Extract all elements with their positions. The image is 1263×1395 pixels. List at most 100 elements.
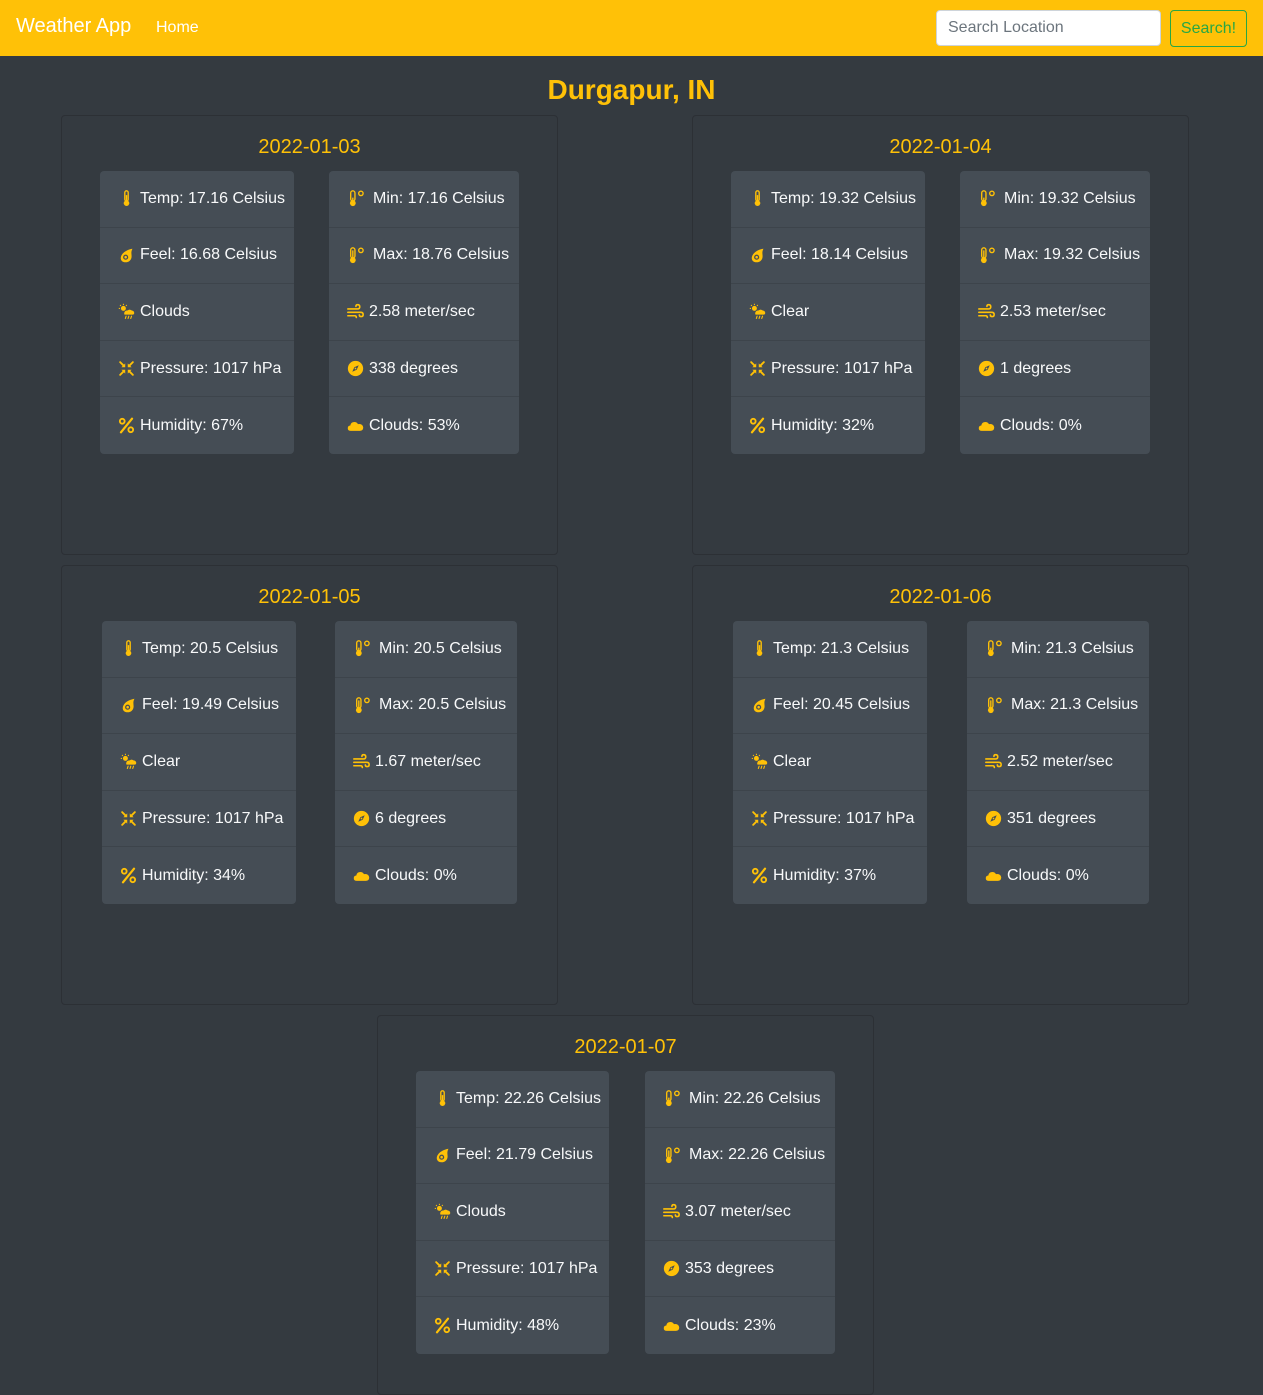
thermometer-icon: [118, 190, 135, 207]
stat-label: Clear: [773, 752, 812, 770]
stat-label: 1 degrees: [1000, 359, 1072, 377]
stat-item-cloudiness: Clouds: 53%: [329, 397, 519, 454]
stat-label: Humidity: 32%: [771, 416, 875, 434]
cloud-sun-rain-icon: [120, 753, 137, 770]
wind-icon: [978, 303, 995, 320]
stat-item-weather: Clear: [102, 734, 296, 791]
wind-icon: [985, 753, 1002, 770]
forecast-date: 2022-01-07: [574, 1036, 677, 1058]
stat-item-weather: Clouds: [416, 1184, 609, 1241]
compass-icon: [347, 360, 364, 377]
fire-icon: [434, 1147, 451, 1164]
temperature-low-icon: [978, 190, 999, 207]
temperature-high-icon: [985, 697, 1006, 714]
stat-label: Max: 19.32 Celsius: [1004, 246, 1141, 264]
stat-item-cloudiness: Clouds: 0%: [960, 397, 1150, 454]
thermometer-icon: [120, 640, 137, 657]
stat-label: Clouds: 0%: [1000, 416, 1082, 434]
stat-label: Clouds: 0%: [375, 866, 457, 884]
stat-label: 338 degrees: [369, 359, 458, 377]
thermometer-icon: [749, 190, 766, 207]
stat-item-weather: Clear: [731, 284, 925, 341]
stat-item-pressure: Pressure: 1017 hPa: [416, 1241, 609, 1298]
stat-label: 353 degrees: [685, 1259, 774, 1277]
stat-item-cloudiness: Clouds: 0%: [967, 847, 1149, 904]
stat-item-feel: Feel: 19.49 Celsius: [102, 678, 296, 735]
stat-label: Pressure: 1017 hPa: [456, 1259, 598, 1277]
stat-label: Min: 22.26 Celsius: [689, 1089, 821, 1107]
stat-label: 351 degrees: [1007, 809, 1096, 827]
cloud-sun-rain-icon: [751, 753, 768, 770]
stat-item-humidity: Humidity: 34%: [102, 847, 296, 904]
temperature-low-icon: [353, 640, 374, 657]
compress-icon: [749, 360, 766, 377]
stat-item-max-temp: Max: 22.26 Celsius: [645, 1128, 835, 1185]
stat-item-wind-speed: 3.07 meter/sec: [645, 1184, 835, 1241]
temperature-high-icon: [347, 247, 368, 264]
stat-item-humidity: Humidity: 32%: [731, 397, 925, 454]
cloud-sun-rain-icon: [749, 303, 766, 320]
stat-label: Clouds: 23%: [685, 1316, 776, 1334]
stat-label: Temp: 22.26 Celsius: [456, 1089, 601, 1107]
temperature-low-icon: [985, 640, 1006, 657]
stat-label: Feel: 18.14 Celsius: [771, 246, 908, 264]
stat-label: Max: 20.5 Celsius: [379, 696, 507, 714]
stat-label: Pressure: 1017 hPa: [142, 809, 284, 827]
stat-item-min-temp: Min: 17.16 Celsius: [329, 171, 519, 228]
stat-item-wind-speed: 1.67 meter/sec: [335, 734, 517, 791]
forecast-day-card: 2022-01-05 Temp: 20.5 Celsius Feel: 19.49 …: [61, 565, 558, 1005]
stat-label: Pressure: 1017 hPa: [771, 359, 913, 377]
stat-label: Temp: 19.32 Celsius: [771, 189, 916, 207]
compass-icon: [985, 810, 1002, 827]
fire-icon: [749, 247, 766, 264]
thermometer-icon: [434, 1090, 451, 1107]
stats-list-left: Temp: 22.26 Celsius Feel: 21.79 Celsius Cl…: [416, 1071, 609, 1354]
stat-item-weather: Clouds: [100, 284, 294, 341]
stats-list-left: Temp: 20.5 Celsius Feel: 19.49 Celsius Cle…: [102, 621, 296, 904]
compass-icon: [978, 360, 995, 377]
brand-logo-text[interactable]: Weather App: [16, 15, 131, 38]
stat-label: Clouds: [140, 302, 190, 320]
cloud-icon: [353, 867, 370, 884]
stat-label: 3.07 meter/sec: [685, 1202, 791, 1220]
nav-link-home[interactable]: Home: [156, 19, 199, 37]
stat-label: Clear: [771, 302, 810, 320]
forecast-day-card: 2022-01-07 Temp: 22.26 Celsius Feel: 21.79…: [377, 1015, 874, 1395]
stat-item-feel: Feel: 16.68 Celsius: [100, 228, 294, 285]
forecast-date: 2022-01-05: [258, 586, 361, 608]
stat-item-humidity: Humidity: 48%: [416, 1297, 609, 1354]
percent-icon: [118, 417, 135, 434]
stats-list-right: Min: 20.5 Celsius Max: 20.5 Celsius 1.67 m…: [335, 621, 517, 904]
stat-item-cloudiness: Clouds: 0%: [335, 847, 517, 904]
stat-item-wind-direction: 1 degrees: [960, 341, 1150, 398]
stat-label: Min: 19.32 Celsius: [1004, 189, 1136, 207]
stat-item-max-temp: Max: 18.76 Celsius: [329, 228, 519, 285]
fire-icon: [118, 247, 135, 264]
forecast-day-card: 2022-01-06 Temp: 21.3 Celsius Feel: 20.45 …: [692, 565, 1189, 1005]
stat-label: Humidity: 67%: [140, 416, 244, 434]
stats-list-left: Temp: 17.16 Celsius Feel: 16.68 Celsius Cl…: [100, 171, 294, 454]
stat-item-feel: Feel: 21.79 Celsius: [416, 1128, 609, 1185]
stat-item-temp: Temp: 22.26 Celsius: [416, 1071, 609, 1128]
compass-icon: [353, 810, 370, 827]
search-location-input[interactable]: [936, 10, 1161, 46]
compress-icon: [118, 360, 135, 377]
location-title: Durgapur, IN: [547, 74, 716, 105]
stat-label: Temp: 21.3 Celsius: [773, 639, 910, 657]
cloud-icon: [663, 1317, 680, 1334]
search-button[interactable]: Search!: [1170, 10, 1247, 47]
stat-item-min-temp: Min: 20.5 Celsius: [335, 621, 517, 678]
temperature-high-icon: [353, 697, 374, 714]
stat-label: Feel: 20.45 Celsius: [773, 696, 910, 714]
fire-icon: [120, 697, 137, 714]
stat-item-max-temp: Max: 21.3 Celsius: [967, 678, 1149, 735]
stat-item-weather: Clear: [733, 734, 927, 791]
cloud-sun-rain-icon: [434, 1203, 451, 1220]
stat-label: Feel: 19.49 Celsius: [142, 696, 279, 714]
cloud-icon: [985, 867, 1002, 884]
stats-list-right: Min: 22.26 Celsius Max: 22.26 Celsius 3.07…: [645, 1071, 835, 1354]
wind-icon: [347, 303, 364, 320]
stat-label: Temp: 20.5 Celsius: [142, 639, 279, 657]
stat-label: Humidity: 34%: [142, 866, 246, 884]
stat-item-humidity: Humidity: 67%: [100, 397, 294, 454]
